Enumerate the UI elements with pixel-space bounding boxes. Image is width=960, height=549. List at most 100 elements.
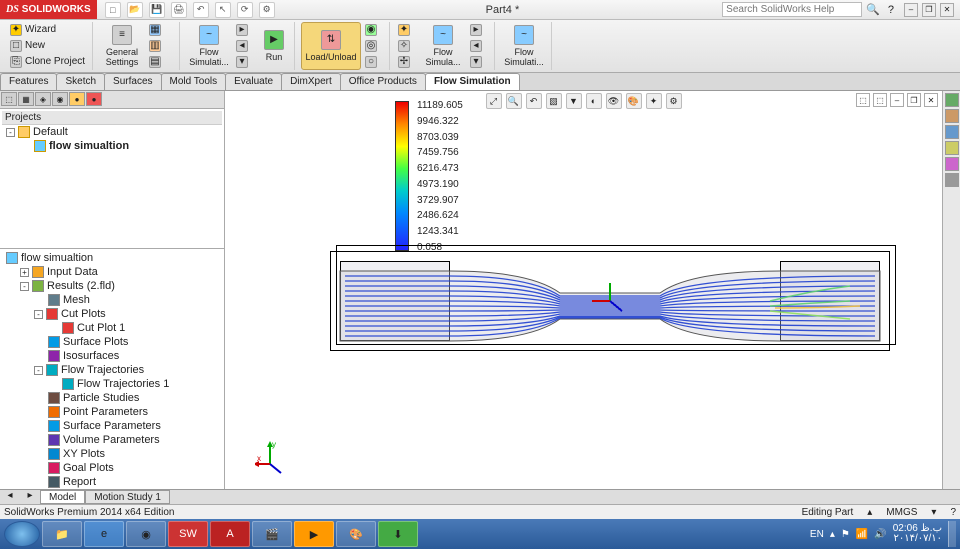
- clone-project-button[interactable]: ⎘Clone Project: [8, 54, 88, 70]
- tree-volume-parameters[interactable]: Volume Parameters: [2, 433, 222, 447]
- tree-surface-plots[interactable]: Surface Plots: [2, 335, 222, 349]
- tray-volume-icon[interactable]: 🔊: [874, 529, 886, 540]
- flow-simula-button[interactable]: ~Flow Simula...: [420, 22, 466, 70]
- tab-dimxpert[interactable]: DimXpert: [281, 73, 341, 90]
- general-settings-button[interactable]: ≡General Settings: [99, 22, 145, 70]
- ribbon-icon-f[interactable]: ○: [363, 54, 385, 70]
- tree-cut-plots[interactable]: -Cut Plots: [2, 307, 222, 321]
- scene-icon[interactable]: ✦: [646, 93, 662, 109]
- explorer-taskbar-icon[interactable]: 📁: [42, 521, 82, 547]
- view-settings-icon[interactable]: ⚙: [666, 93, 682, 109]
- show-desktop-button[interactable]: [948, 521, 956, 547]
- chrome-taskbar-icon[interactable]: ◉: [126, 521, 166, 547]
- tree-point-parameters[interactable]: Point Parameters: [2, 405, 222, 419]
- panel-tab-3[interactable]: ◈: [35, 92, 51, 106]
- results-tree[interactable]: flow simualtion +Input Data-Results (2.f…: [0, 249, 224, 489]
- tray-up-icon[interactable]: ▴: [830, 529, 835, 540]
- lang-indicator[interactable]: EN: [810, 529, 824, 540]
- ribbon-icon-g[interactable]: ✦: [396, 22, 418, 38]
- help-icon[interactable]: ?: [884, 4, 898, 16]
- tab-mold-tools[interactable]: Mold Tools: [161, 73, 227, 90]
- motion-study-tab[interactable]: Motion Study 1: [85, 490, 170, 504]
- tree-goal-plots[interactable]: Goal Plots: [2, 461, 222, 475]
- expand-icon[interactable]: -: [20, 282, 29, 291]
- tree-mesh[interactable]: Mesh: [2, 293, 222, 307]
- ribbon-icon-d[interactable]: ◉: [363, 22, 385, 38]
- paint-taskbar-icon[interactable]: 🎨: [336, 521, 376, 547]
- sw-min[interactable]: –: [890, 93, 904, 107]
- sw-max[interactable]: ❐: [907, 93, 921, 107]
- view-orient-icon[interactable]: ▼: [566, 93, 582, 109]
- tree-isosurfaces[interactable]: Isosurfaces: [2, 349, 222, 363]
- ribbon-icon-i[interactable]: ✢: [396, 54, 418, 70]
- close-button[interactable]: ✕: [940, 3, 954, 17]
- adobe-taskbar-icon[interactable]: A: [210, 521, 250, 547]
- ribbon-icon-l[interactable]: ▾: [468, 54, 490, 70]
- taskpane-explorer-icon[interactable]: [945, 125, 959, 139]
- status-arrow[interactable]: ▾: [931, 507, 936, 518]
- expand-icon[interactable]: +: [20, 268, 29, 277]
- expand-icon[interactable]: -: [34, 310, 43, 319]
- wizard-button[interactable]: ✦Wizard: [8, 22, 88, 38]
- taskpane-library-icon[interactable]: [945, 109, 959, 123]
- tab-surfaces[interactable]: Surfaces: [104, 73, 161, 90]
- load-unload-button[interactable]: ⇅Load/Unload: [301, 22, 361, 70]
- ribbon-icon-b[interactable]: ◂: [234, 38, 256, 54]
- save-icon[interactable]: 💾: [149, 2, 165, 18]
- sw-b[interactable]: ⬚: [873, 93, 887, 107]
- hide-show-icon[interactable]: 👁: [606, 93, 622, 109]
- prev-view-icon[interactable]: ↶: [526, 93, 542, 109]
- idm-taskbar-icon[interactable]: ⬇: [378, 521, 418, 547]
- run-button[interactable]: ▶Run: [258, 22, 290, 70]
- ribbon-icon-h[interactable]: ✧: [396, 38, 418, 54]
- tree-report[interactable]: Report: [2, 475, 222, 489]
- start-button[interactable]: [4, 521, 40, 547]
- ribbon-small-1[interactable]: ▦: [147, 22, 175, 38]
- tree-xy-plots[interactable]: XY Plots: [2, 447, 222, 461]
- minimize-button[interactable]: –: [904, 3, 918, 17]
- tree-flow-trajectories[interactable]: -Flow Trajectories: [2, 363, 222, 377]
- ribbon-icon-j[interactable]: ▸: [468, 22, 490, 38]
- tab-office-products[interactable]: Office Products: [340, 73, 426, 90]
- status-units[interactable]: MMGS: [886, 507, 917, 518]
- tree-surface-parameters[interactable]: Surface Parameters: [2, 419, 222, 433]
- taskpane-custom-icon[interactable]: [945, 173, 959, 187]
- display-style-icon[interactable]: ◐: [586, 93, 602, 109]
- panel-tab-1[interactable]: ⬚: [1, 92, 17, 106]
- open-icon[interactable]: 📂: [127, 2, 143, 18]
- moviemaker-taskbar-icon[interactable]: 🎬: [252, 521, 292, 547]
- results-root[interactable]: flow simualtion: [2, 251, 222, 265]
- tray-network-icon[interactable]: 📶: [856, 529, 868, 540]
- wmp-taskbar-icon[interactable]: ▶: [294, 521, 334, 547]
- undo-icon[interactable]: ↶: [193, 2, 209, 18]
- help-search-input[interactable]: [722, 2, 862, 17]
- options-icon[interactable]: ⚙: [259, 2, 275, 18]
- tab-features[interactable]: Features: [0, 73, 57, 90]
- ie-taskbar-icon[interactable]: e: [84, 521, 124, 547]
- sw-close[interactable]: ✕: [924, 93, 938, 107]
- taskpane-appearance-icon[interactable]: [945, 157, 959, 171]
- tab-sketch[interactable]: Sketch: [56, 73, 105, 90]
- flow-simulation-button-1[interactable]: ~Flow Simulati...: [186, 22, 232, 70]
- graphics-viewport[interactable]: ⤢ 🔍 ↶ ▧ ▼ ◐ 👁 🎨 ✦ ⚙ ⬚ ⬚ – ❐ ✕ 11189.6059…: [225, 91, 942, 489]
- scroll-right-icon[interactable]: ▸: [20, 490, 40, 504]
- panel-tab-2[interactable]: ▦: [18, 92, 34, 106]
- ribbon-icon-a[interactable]: ▸: [234, 22, 256, 38]
- taskpane-resources-icon[interactable]: [945, 93, 959, 107]
- tree-particle-studies[interactable]: Particle Studies: [2, 391, 222, 405]
- panel-tab-6[interactable]: ●: [86, 92, 102, 106]
- status-help-icon[interactable]: ?: [950, 507, 956, 518]
- tree-input-data[interactable]: +Input Data: [2, 265, 222, 279]
- print-icon[interactable]: 🖨: [171, 2, 187, 18]
- select-icon[interactable]: ↖: [215, 2, 231, 18]
- projects-tree[interactable]: Projects -Default flow simualtion: [0, 109, 224, 249]
- model-tab[interactable]: Model: [40, 490, 85, 504]
- appearance-icon[interactable]: 🎨: [626, 93, 642, 109]
- tab-flow-simulation[interactable]: Flow Simulation: [425, 73, 520, 90]
- project-default[interactable]: -Default: [2, 125, 222, 139]
- solidworks-taskbar-icon[interactable]: SW: [168, 521, 208, 547]
- tray-flag-icon[interactable]: ⚑: [841, 529, 850, 540]
- ribbon-icon-e[interactable]: ◎: [363, 38, 385, 54]
- expand-icon[interactable]: -: [34, 366, 43, 375]
- scroll-left-icon[interactable]: ◂: [0, 490, 20, 504]
